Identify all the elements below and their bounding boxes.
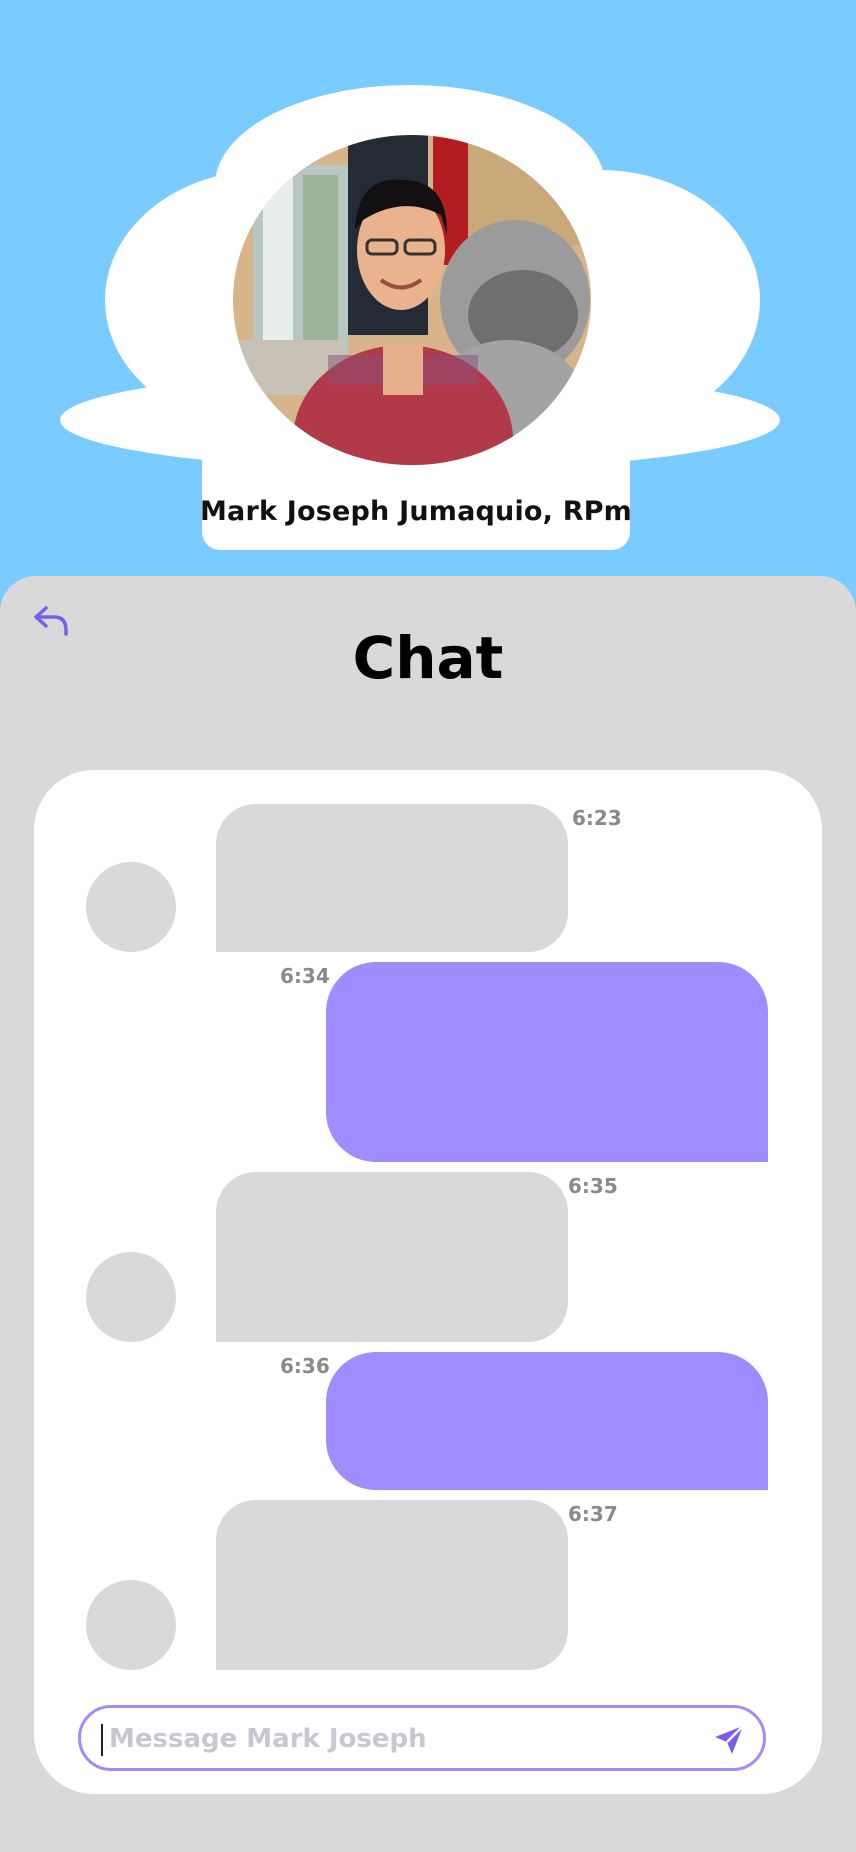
incoming-message-bubble[interactable] (216, 1500, 568, 1670)
message-time: 6:34 (280, 964, 330, 988)
message-composer[interactable] (78, 1705, 766, 1771)
text-caret (101, 1724, 103, 1756)
message-input[interactable] (109, 1714, 689, 1764)
message-time: 6:23 (572, 806, 622, 830)
outgoing-message-bubble[interactable] (326, 962, 768, 1162)
outgoing-message-bubble[interactable] (326, 1352, 768, 1490)
name-plate: Mark Joseph Jumaquio, RPm (199, 472, 633, 550)
message-time: 6:37 (568, 1502, 618, 1526)
page-title: Chat (352, 624, 504, 692)
message-list: 6:23 6:34 6:35 6:36 6:37 (34, 770, 822, 1794)
incoming-message-bubble[interactable] (216, 1172, 568, 1342)
incoming-message-bubble[interactable] (216, 804, 568, 952)
send-icon[interactable] (711, 1722, 747, 1758)
contact-avatar (86, 1580, 176, 1670)
profile-header: Mark Joseph Jumaquio, RPm (0, 0, 856, 600)
message-time: 6:35 (568, 1174, 618, 1198)
profile-photo (233, 135, 591, 465)
message-time: 6:36 (280, 1354, 330, 1378)
contact-avatar (86, 862, 176, 952)
profile-name: Mark Joseph Jumaquio, RPm (199, 495, 633, 527)
contact-avatar (86, 1252, 176, 1342)
